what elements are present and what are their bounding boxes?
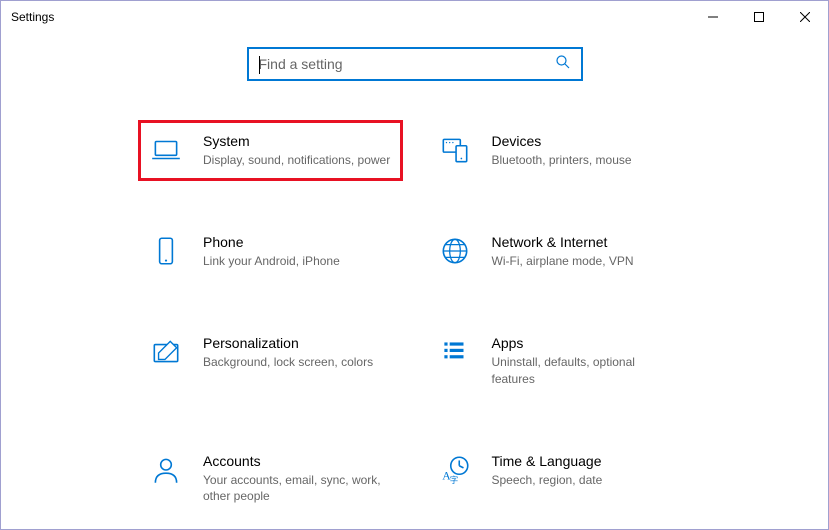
minimize-icon xyxy=(708,12,718,22)
category-personalization[interactable]: Personalization Background, lock screen,… xyxy=(141,327,400,394)
category-text: Network & Internet Wi-Fi, airplane mode,… xyxy=(492,234,681,269)
category-desc: Speech, region, date xyxy=(492,472,681,488)
category-desc: Background, lock screen, colors xyxy=(203,354,392,370)
search-icon xyxy=(555,54,571,75)
category-title: Phone xyxy=(203,234,392,250)
category-text: Apps Uninstall, defaults, optional featu… xyxy=(492,335,681,386)
category-desc: Wi-Fi, airplane mode, VPN xyxy=(492,253,681,269)
window-title: Settings xyxy=(11,10,54,24)
laptop-icon xyxy=(149,133,183,167)
category-text: Personalization Background, lock screen,… xyxy=(203,335,392,370)
category-text: System Display, sound, notifications, po… xyxy=(203,133,392,168)
maximize-icon xyxy=(754,12,764,22)
category-desc: Link your Android, iPhone xyxy=(203,253,392,269)
search-input[interactable] xyxy=(259,56,555,72)
personalization-icon xyxy=(149,335,183,369)
maximize-button[interactable] xyxy=(736,1,782,33)
text-caret xyxy=(259,56,260,74)
close-button[interactable] xyxy=(782,1,828,33)
category-desc: Bluetooth, printers, mouse xyxy=(492,152,681,168)
category-title: Accounts xyxy=(203,453,392,469)
category-text: Phone Link your Android, iPhone xyxy=(203,234,392,269)
svg-text:字: 字 xyxy=(449,475,458,485)
time-language-icon: A字 xyxy=(438,453,472,487)
phone-icon xyxy=(149,234,183,268)
window-controls xyxy=(690,1,828,33)
category-title: Apps xyxy=(492,335,681,351)
accounts-icon xyxy=(149,453,183,487)
category-title: Devices xyxy=(492,133,681,149)
category-text: Accounts Your accounts, email, sync, wor… xyxy=(203,453,392,504)
category-title: Time & Language xyxy=(492,453,681,469)
category-desc: Your accounts, email, sync, work, other … xyxy=(203,472,392,504)
apps-icon xyxy=(438,335,472,369)
category-text: Time & Language Speech, region, date xyxy=(492,453,681,488)
category-title: System xyxy=(203,133,392,149)
category-accounts[interactable]: Accounts Your accounts, email, sync, wor… xyxy=(141,445,400,512)
category-apps[interactable]: Apps Uninstall, defaults, optional featu… xyxy=(430,327,689,394)
category-time-language[interactable]: A字 Time & Language Speech, region, date xyxy=(430,445,689,512)
search-container xyxy=(1,47,828,81)
devices-icon xyxy=(438,133,472,167)
close-icon xyxy=(800,12,810,22)
minimize-button[interactable] xyxy=(690,1,736,33)
titlebar: Settings xyxy=(1,1,828,33)
globe-icon xyxy=(438,234,472,268)
category-desc: Display, sound, notifications, power xyxy=(203,152,392,168)
category-text: Devices Bluetooth, printers, mouse xyxy=(492,133,681,168)
category-desc: Uninstall, defaults, optional features xyxy=(492,354,681,386)
category-title: Personalization xyxy=(203,335,392,351)
category-devices[interactable]: Devices Bluetooth, printers, mouse xyxy=(430,125,689,176)
search-box[interactable] xyxy=(247,47,583,81)
category-title: Network & Internet xyxy=(492,234,681,250)
category-phone[interactable]: Phone Link your Android, iPhone xyxy=(141,226,400,277)
settings-grid: System Display, sound, notifications, po… xyxy=(1,125,828,512)
category-network[interactable]: Network & Internet Wi-Fi, airplane mode,… xyxy=(430,226,689,277)
category-system[interactable]: System Display, sound, notifications, po… xyxy=(138,120,403,181)
